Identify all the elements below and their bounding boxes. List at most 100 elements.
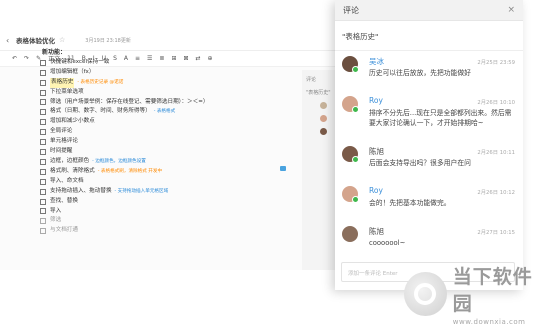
task-list: 快捷键和excel保持一致 增加编辑框（fx） 表格历史 - 表格历史记录 @诺诺 下拉… — [40, 58, 280, 236]
task-checkbox[interactable] — [40, 99, 46, 106]
task-text: 全局评论 — [50, 128, 73, 135]
online-status-icon — [352, 66, 359, 73]
task-text: 快捷键和excel保持一致 — [50, 58, 110, 65]
avatar — [320, 115, 327, 122]
task-item: 边框，边框颜色 - 边框颜色，边框颜色设置 — [40, 157, 280, 167]
task-text: 支持拖动插入、拖动替换 — [50, 187, 112, 194]
task-item: 单元格评论 — [40, 137, 280, 147]
task-note[interactable]: - 支持拖动插入单元格区域 — [115, 187, 169, 197]
comment-text: 历史可以往后放放，先把功能做好 — [369, 69, 471, 77]
task-checkbox[interactable] — [40, 208, 46, 215]
task-checkbox[interactable] — [40, 149, 46, 156]
task-note[interactable]: - 表格历史记录 @诺诺 — [77, 78, 123, 88]
task-checkbox[interactable] — [40, 119, 46, 126]
comment-author[interactable]: Roy — [369, 186, 383, 195]
comment-item: 陈旭 2月26日 10:11 后面会支持导出吗？很多用户在问 — [335, 141, 523, 181]
comment-author[interactable]: Roy — [369, 96, 383, 105]
task-checkbox[interactable] — [40, 89, 46, 96]
comment-author[interactable]: 吴冰 — [369, 56, 384, 67]
comment-panel: 评论 × "表格历史" 吴冰 2月25日 23:59 历史可以往后放放，先把功能做好… — [335, 0, 523, 290]
task-checkbox[interactable] — [40, 109, 46, 116]
toolbar-button[interactable]: ↷ — [24, 55, 29, 62]
comment-panel-header: 评论 × — [335, 0, 523, 21]
task-item: 查找、替换 — [40, 197, 280, 207]
toolbar-button[interactable]: ↶ — [12, 55, 17, 62]
task-item: 增加编辑框（fx） — [40, 68, 280, 78]
task-item: 下拉菜单选项 — [40, 88, 280, 98]
task-checkbox[interactable] — [40, 178, 46, 185]
comment-text: 排序不分先后...现在只是全部都列出来。然后需要大家讨论确认一下，才开始排期哈~ — [369, 109, 512, 127]
avatar — [320, 102, 327, 109]
doc-body: 新功能： 快捷键和excel保持一致 增加编辑框（fx） 表格历史 - 表格历史记录 … — [40, 48, 280, 236]
avatar[interactable] — [342, 146, 359, 163]
avatar[interactable] — [342, 56, 359, 73]
comment-time: 2月25日 23:59 — [477, 60, 515, 66]
task-note[interactable]: - 表格格式刷，清除格式 开发中 — [98, 167, 162, 177]
panel-title: 评论 — [343, 5, 359, 15]
task-text: 导入 — [50, 207, 62, 214]
task-checkbox[interactable] — [40, 188, 46, 195]
task-text: 筛选（用户场景举例：保存在线登记、需要筛选日期）：＞＜=） — [50, 98, 209, 105]
task-text: 时间提醒 — [50, 148, 73, 155]
doc-comment-sidebar: 评论 "表格历史" — [302, 70, 338, 270]
avatar[interactable] — [342, 226, 358, 242]
task-checkbox[interactable] — [40, 168, 46, 175]
comment-time: 2月26日 10:10 — [477, 100, 515, 106]
task-item: 与文档打通 — [40, 226, 280, 236]
task-item: 增加和减少小数点 — [40, 117, 280, 127]
task-note[interactable]: - 边框颜色，边框颜色设置 — [92, 157, 146, 167]
task-note[interactable]: - 表格格式 — [154, 107, 176, 117]
task-item: 全局评论 — [40, 127, 280, 137]
task-checkbox[interactable] — [40, 79, 46, 86]
task-checkbox[interactable] — [40, 59, 46, 66]
task-item: 格式（日期、数字、时间、财务所得等） - 表格格式 — [40, 107, 280, 117]
task-item: 格式刷、清除格式 - 表格格式刷，清除格式 开发中 — [40, 167, 280, 177]
watermark-brand: 当下软件园 — [452, 266, 533, 315]
task-checkbox[interactable] — [40, 198, 46, 205]
comment-text: 会的！先把基本功能做完。 — [369, 199, 451, 207]
star-icon[interactable]: ☆ — [59, 36, 65, 44]
task-text: 与文档打通 — [50, 227, 78, 234]
comment-time: 2月26日 10:12 — [477, 190, 515, 196]
task-checkbox[interactable] — [40, 129, 46, 136]
task-checkbox[interactable] — [40, 69, 46, 76]
task-item: 时间提醒 — [40, 147, 280, 157]
comment-item: Roy 2月26日 10:12 会的！先把基本功能做完。 — [335, 181, 523, 221]
doc-updated-time: 3月19日 23:18更新 — [85, 37, 131, 44]
comment-item: Roy 2月26日 10:10 排序不分先后...现在只是全部都列出来。然后需要大家… — [335, 91, 523, 141]
avatar — [320, 128, 327, 135]
task-text: 查找、替换 — [50, 197, 78, 204]
task-text: 单元格评论 — [50, 138, 78, 145]
task-text: 边框，边框颜色 — [50, 157, 90, 164]
close-icon[interactable]: × — [507, 5, 515, 15]
task-checkbox[interactable] — [40, 228, 46, 235]
comment-marker-icon[interactable] — [280, 166, 286, 171]
comment-author[interactable]: 陈旭 — [369, 146, 384, 157]
comment-author[interactable]: 陈旭 — [369, 226, 384, 237]
online-status-icon — [352, 196, 359, 203]
task-text: 下拉菜单选项 — [50, 88, 84, 95]
comment-item: 陈旭 2月27日 10:15 cooooool~ — [335, 221, 523, 261]
task-item: 快捷键和excel保持一致 — [40, 58, 280, 68]
watermark-logo-icon — [404, 272, 447, 316]
task-checkbox[interactable] — [40, 158, 46, 165]
task-text: 增加和减少小数点 — [50, 118, 95, 125]
task-checkbox[interactable] — [40, 218, 46, 225]
watermark: 当下软件园 www.downxia.com — [404, 262, 550, 326]
task-text: 格式（日期、数字、时间、财务所得等） — [50, 108, 151, 115]
watermark-url: www.downxia.com — [452, 318, 526, 326]
task-item: 筛选（用户场景举例：保存在线登记、需要筛选日期）：＞＜=） — [40, 98, 280, 108]
task-text: 格式刷、清除格式 — [50, 167, 95, 174]
comment-text: cooooool~ — [369, 239, 406, 247]
task-item: 导入 — [40, 207, 280, 217]
avatar[interactable] — [342, 186, 359, 203]
comment-text: 后面会支持导出吗？很多用户在问 — [369, 159, 471, 167]
back-icon[interactable]: ‹ — [6, 36, 16, 45]
task-checkbox[interactable] — [40, 139, 46, 146]
task-text: 筛选 — [50, 217, 62, 224]
avatar[interactable] — [342, 96, 359, 113]
sidebar-quote: "表格历史" — [306, 90, 331, 96]
comment-list: 吴冰 2月25日 23:59 历史可以往后放放，先把功能做好 Roy 2月26日 10:… — [335, 51, 523, 261]
comment-time: 2月27日 10:15 — [477, 230, 515, 236]
doc-title: 表格体验优化 — [16, 37, 55, 45]
